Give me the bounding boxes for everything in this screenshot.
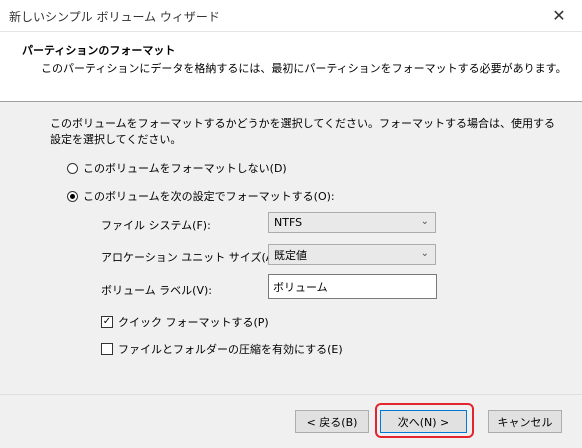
no-format-option[interactable]: このボリュームをフォーマットしない(D): [67, 160, 287, 176]
window-title: 新しいシンプル ボリューム ウィザード: [9, 10, 220, 24]
allocation-unit-label: アロケーション ユニット サイズ(A):: [101, 251, 282, 264]
chevron-down-icon: ⌄: [420, 248, 429, 259]
file-system-label: ファイル システム(F):: [101, 219, 211, 232]
file-system-select[interactable]: NTFS ⌄: [268, 212, 436, 233]
page-subtitle: このパーティションにデータを格納するには、最初にパーティションをフォーマットする…: [41, 62, 567, 75]
back-button[interactable]: < 戻る(B): [295, 410, 369, 433]
volume-label-value: ボリューム: [273, 280, 328, 294]
title-bar: 新しいシンプル ボリューム ウィザード ✕: [0, 0, 582, 32]
footer-divider: [0, 394, 582, 395]
volume-label-input[interactable]: ボリューム: [268, 274, 437, 299]
compression-checkbox[interactable]: [101, 343, 113, 355]
page-title: パーティションのフォーマット: [22, 44, 176, 57]
volume-label-label: ボリューム ラベル(V):: [101, 284, 212, 297]
wizard-content: このボリュームをフォーマットするかどうかを選択してください。フォーマットする場合…: [0, 103, 582, 393]
quick-format-label: クイック フォーマットする(P): [118, 316, 269, 329]
format-option[interactable]: このボリュームを次の設定でフォーマットする(O):: [67, 188, 335, 204]
format-radio[interactable]: [67, 190, 78, 202]
quick-format-checkbox[interactable]: ✓: [101, 316, 113, 328]
next-button-highlight: [375, 403, 474, 438]
cancel-button[interactable]: キャンセル: [488, 410, 562, 433]
compression-label: ファイルとフォルダーの圧縮を有効にする(E): [118, 343, 343, 356]
no-format-radio[interactable]: [67, 162, 78, 174]
checkmark-icon: ✓: [102, 316, 112, 327]
chevron-down-icon: ⌄: [420, 216, 429, 227]
format-label: このボリュームを次の設定でフォーマットする(O):: [83, 190, 335, 203]
allocation-unit-value: 既定値: [274, 248, 307, 262]
file-system-value: NTFS: [274, 216, 303, 229]
compression-option[interactable]: ファイルとフォルダーの圧縮を有効にする(E): [101, 341, 343, 357]
instructions-text: このボリュームをフォーマットするかどうかを選択してください。フォーマットする場合…: [50, 117, 556, 146]
no-format-label: このボリュームをフォーマットしない(D): [83, 162, 287, 175]
allocation-unit-select[interactable]: 既定値 ⌄: [268, 244, 436, 265]
close-icon[interactable]: ✕: [536, 0, 582, 31]
quick-format-option[interactable]: ✓ クイック フォーマットする(P): [101, 314, 269, 330]
wizard-header: パーティションのフォーマット このパーティションにデータを格納するには、最初にパ…: [0, 32, 582, 102]
